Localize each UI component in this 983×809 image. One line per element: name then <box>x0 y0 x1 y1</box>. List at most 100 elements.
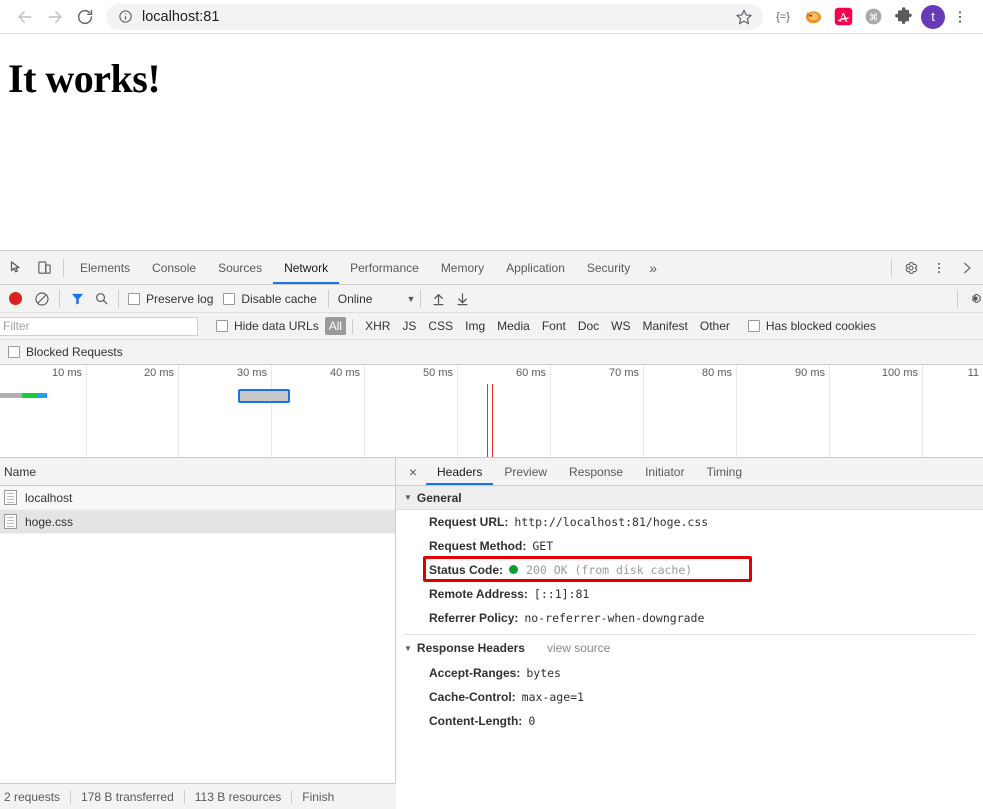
triangle-down-icon: ▼ <box>404 493 412 502</box>
search-icon[interactable] <box>89 287 113 311</box>
resource-filter-font[interactable]: Font <box>536 318 572 334</box>
a-letter-extension-icon[interactable]: A <box>829 3 857 31</box>
preserve-log-box <box>128 292 140 305</box>
tab-security[interactable]: Security <box>576 251 641 284</box>
close-devtools-icon[interactable] <box>953 254 981 282</box>
resource-filter-doc[interactable]: Doc <box>572 318 605 334</box>
filter-icon[interactable] <box>65 287 89 311</box>
header-value: [::1]:81 <box>533 587 590 601</box>
braces-extension-icon[interactable]: {=} <box>769 3 797 31</box>
hide-data-urls-box <box>216 320 228 332</box>
tab-network[interactable]: Network <box>273 251 339 284</box>
blocked-requests-checkbox[interactable]: Blocked Requests <box>8 345 123 359</box>
resource-filter-xhr[interactable]: XHR <box>359 318 396 334</box>
resource-filter-media[interactable]: Media <box>491 318 536 334</box>
puzzle-piece-extensions-icon[interactable] <box>889 3 917 31</box>
tab-network-label: Network <box>284 260 329 275</box>
has-blocked-cookies-checkbox[interactable]: Has blocked cookies <box>747 319 876 333</box>
network-overview-timeline[interactable]: 10 ms 20 ms 30 ms 40 ms 50 ms 60 ms 70 m… <box>0 365 983 458</box>
header-value[interactable]: http://localhost:81/hoge.css <box>514 513 708 531</box>
reload-icon[interactable] <box>70 3 100 31</box>
hide-data-urls-checkbox[interactable]: Hide data URLs <box>216 319 319 333</box>
tab-headers-label: Headers <box>437 464 483 479</box>
header-row-accept-ranges: Accept-Ranges: bytes <box>396 661 983 685</box>
general-section-header[interactable]: ▼ General <box>396 486 983 510</box>
response-headers-section-header[interactable]: ▼ Response Headers view source <box>396 635 983 661</box>
timeline-tick-label: 70 ms <box>609 367 639 379</box>
resource-filter-all[interactable]: All <box>324 317 347 335</box>
devtools-panel: Elements Console Sources Network Perform… <box>0 250 983 809</box>
device-toolbar-icon[interactable] <box>30 254 58 282</box>
more-tabs-icon[interactable]: » <box>641 251 665 284</box>
network-status-bar: 2 requests 178 B transferred 113 B resou… <box>0 783 396 809</box>
preserve-log-checkbox[interactable]: Preserve log <box>128 292 213 306</box>
tab-application-label: Application <box>506 260 565 275</box>
header-row-status-code: Status Code: 200 OK (from disk cache) <box>396 556 983 582</box>
tab-memory[interactable]: Memory <box>430 251 495 284</box>
disable-cache-checkbox[interactable]: Disable cache <box>223 292 317 306</box>
column-header-name: Name <box>4 464 37 479</box>
document-icon <box>4 490 17 505</box>
devtools-menu-icon[interactable] <box>925 254 953 282</box>
close-icon[interactable]: × <box>400 459 426 485</box>
back-icon[interactable] <box>10 3 40 31</box>
filter-divider <box>352 318 354 334</box>
tab-headers[interactable]: Headers <box>426 458 493 485</box>
browser-menu-icon[interactable] <box>947 3 973 31</box>
tab-sources[interactable]: Sources <box>207 251 273 284</box>
hide-data-urls-label: Hide data URLs <box>234 319 319 333</box>
filter-input[interactable]: Filter <box>0 316 198 336</box>
response-headers-section-title: Response Headers <box>416 641 525 655</box>
record-button[interactable] <box>9 292 22 305</box>
timeline-tick-label: 40 ms <box>330 367 360 379</box>
request-list-header[interactable]: Name <box>0 458 395 486</box>
forward-icon[interactable] <box>40 3 70 31</box>
tab-initiator[interactable]: Initiator <box>634 458 695 485</box>
url-text[interactable]: localhost:81 <box>134 9 731 25</box>
timeline-tick-label: 20 ms <box>144 367 174 379</box>
resource-filter-other[interactable]: Other <box>694 318 736 334</box>
command-badge-extension-icon[interactable]: ⌘ <box>859 3 887 31</box>
tab-preview[interactable]: Preview <box>493 458 558 485</box>
header-name: Accept-Ranges: <box>429 666 521 680</box>
status-divider <box>183 789 185 804</box>
address-bar[interactable]: localhost:81 <box>106 3 763 30</box>
resource-filter-manifest[interactable]: Manifest <box>637 318 694 334</box>
header-value: GET <box>532 539 554 553</box>
network-toolbar-right <box>952 287 983 311</box>
has-blocked-cookies-label: Has blocked cookies <box>765 319 876 333</box>
view-source-link[interactable]: view source <box>547 641 610 655</box>
export-har-icon[interactable] <box>450 287 474 311</box>
tab-elements[interactable]: Elements <box>69 251 141 284</box>
gear-icon[interactable] <box>897 254 925 282</box>
resource-filter-ws[interactable]: WS <box>605 318 636 334</box>
resource-filter-js[interactable]: JS <box>396 318 422 334</box>
header-row-request-url: Request URL: http://localhost:81/hoge.cs… <box>396 510 983 534</box>
site-information-icon[interactable] <box>116 8 134 26</box>
overview-bar-waiting <box>0 393 22 398</box>
tab-performance[interactable]: Performance <box>339 251 430 284</box>
profile-avatar[interactable]: t <box>921 4 945 29</box>
timeline-selection-window[interactable] <box>238 389 290 403</box>
table-row[interactable]: hoge.css <box>0 510 395 534</box>
bookmark-star-icon[interactable] <box>731 4 757 30</box>
load-event-line <box>492 384 493 457</box>
import-har-icon[interactable] <box>426 287 450 311</box>
clear-icon[interactable] <box>30 287 54 311</box>
network-throttling-select[interactable]: Online ▼ <box>338 292 416 306</box>
network-settings-gear-icon[interactable] <box>963 287 983 311</box>
header-value: 200 OK (from disk cache) <box>526 563 693 577</box>
disable-cache-box <box>223 292 236 305</box>
inspect-element-icon[interactable] <box>2 254 30 282</box>
tab-response[interactable]: Response <box>558 458 634 485</box>
tab-timing[interactable]: Timing <box>695 458 753 485</box>
header-row-referrer-policy: Referrer Policy: no-referrer-when-downgr… <box>396 606 983 630</box>
tab-console[interactable]: Console <box>141 251 207 284</box>
header-value: no-referrer-when-downgrade <box>524 611 705 625</box>
resource-filter-css[interactable]: CSS <box>422 318 459 334</box>
headers-content: ▼ General Request URL: http://localhost:… <box>396 486 983 809</box>
orange-blob-extension-icon[interactable] <box>799 3 827 31</box>
tab-application[interactable]: Application <box>495 251 576 284</box>
resource-filter-img[interactable]: Img <box>459 318 491 334</box>
table-row[interactable]: localhost <box>0 486 395 510</box>
